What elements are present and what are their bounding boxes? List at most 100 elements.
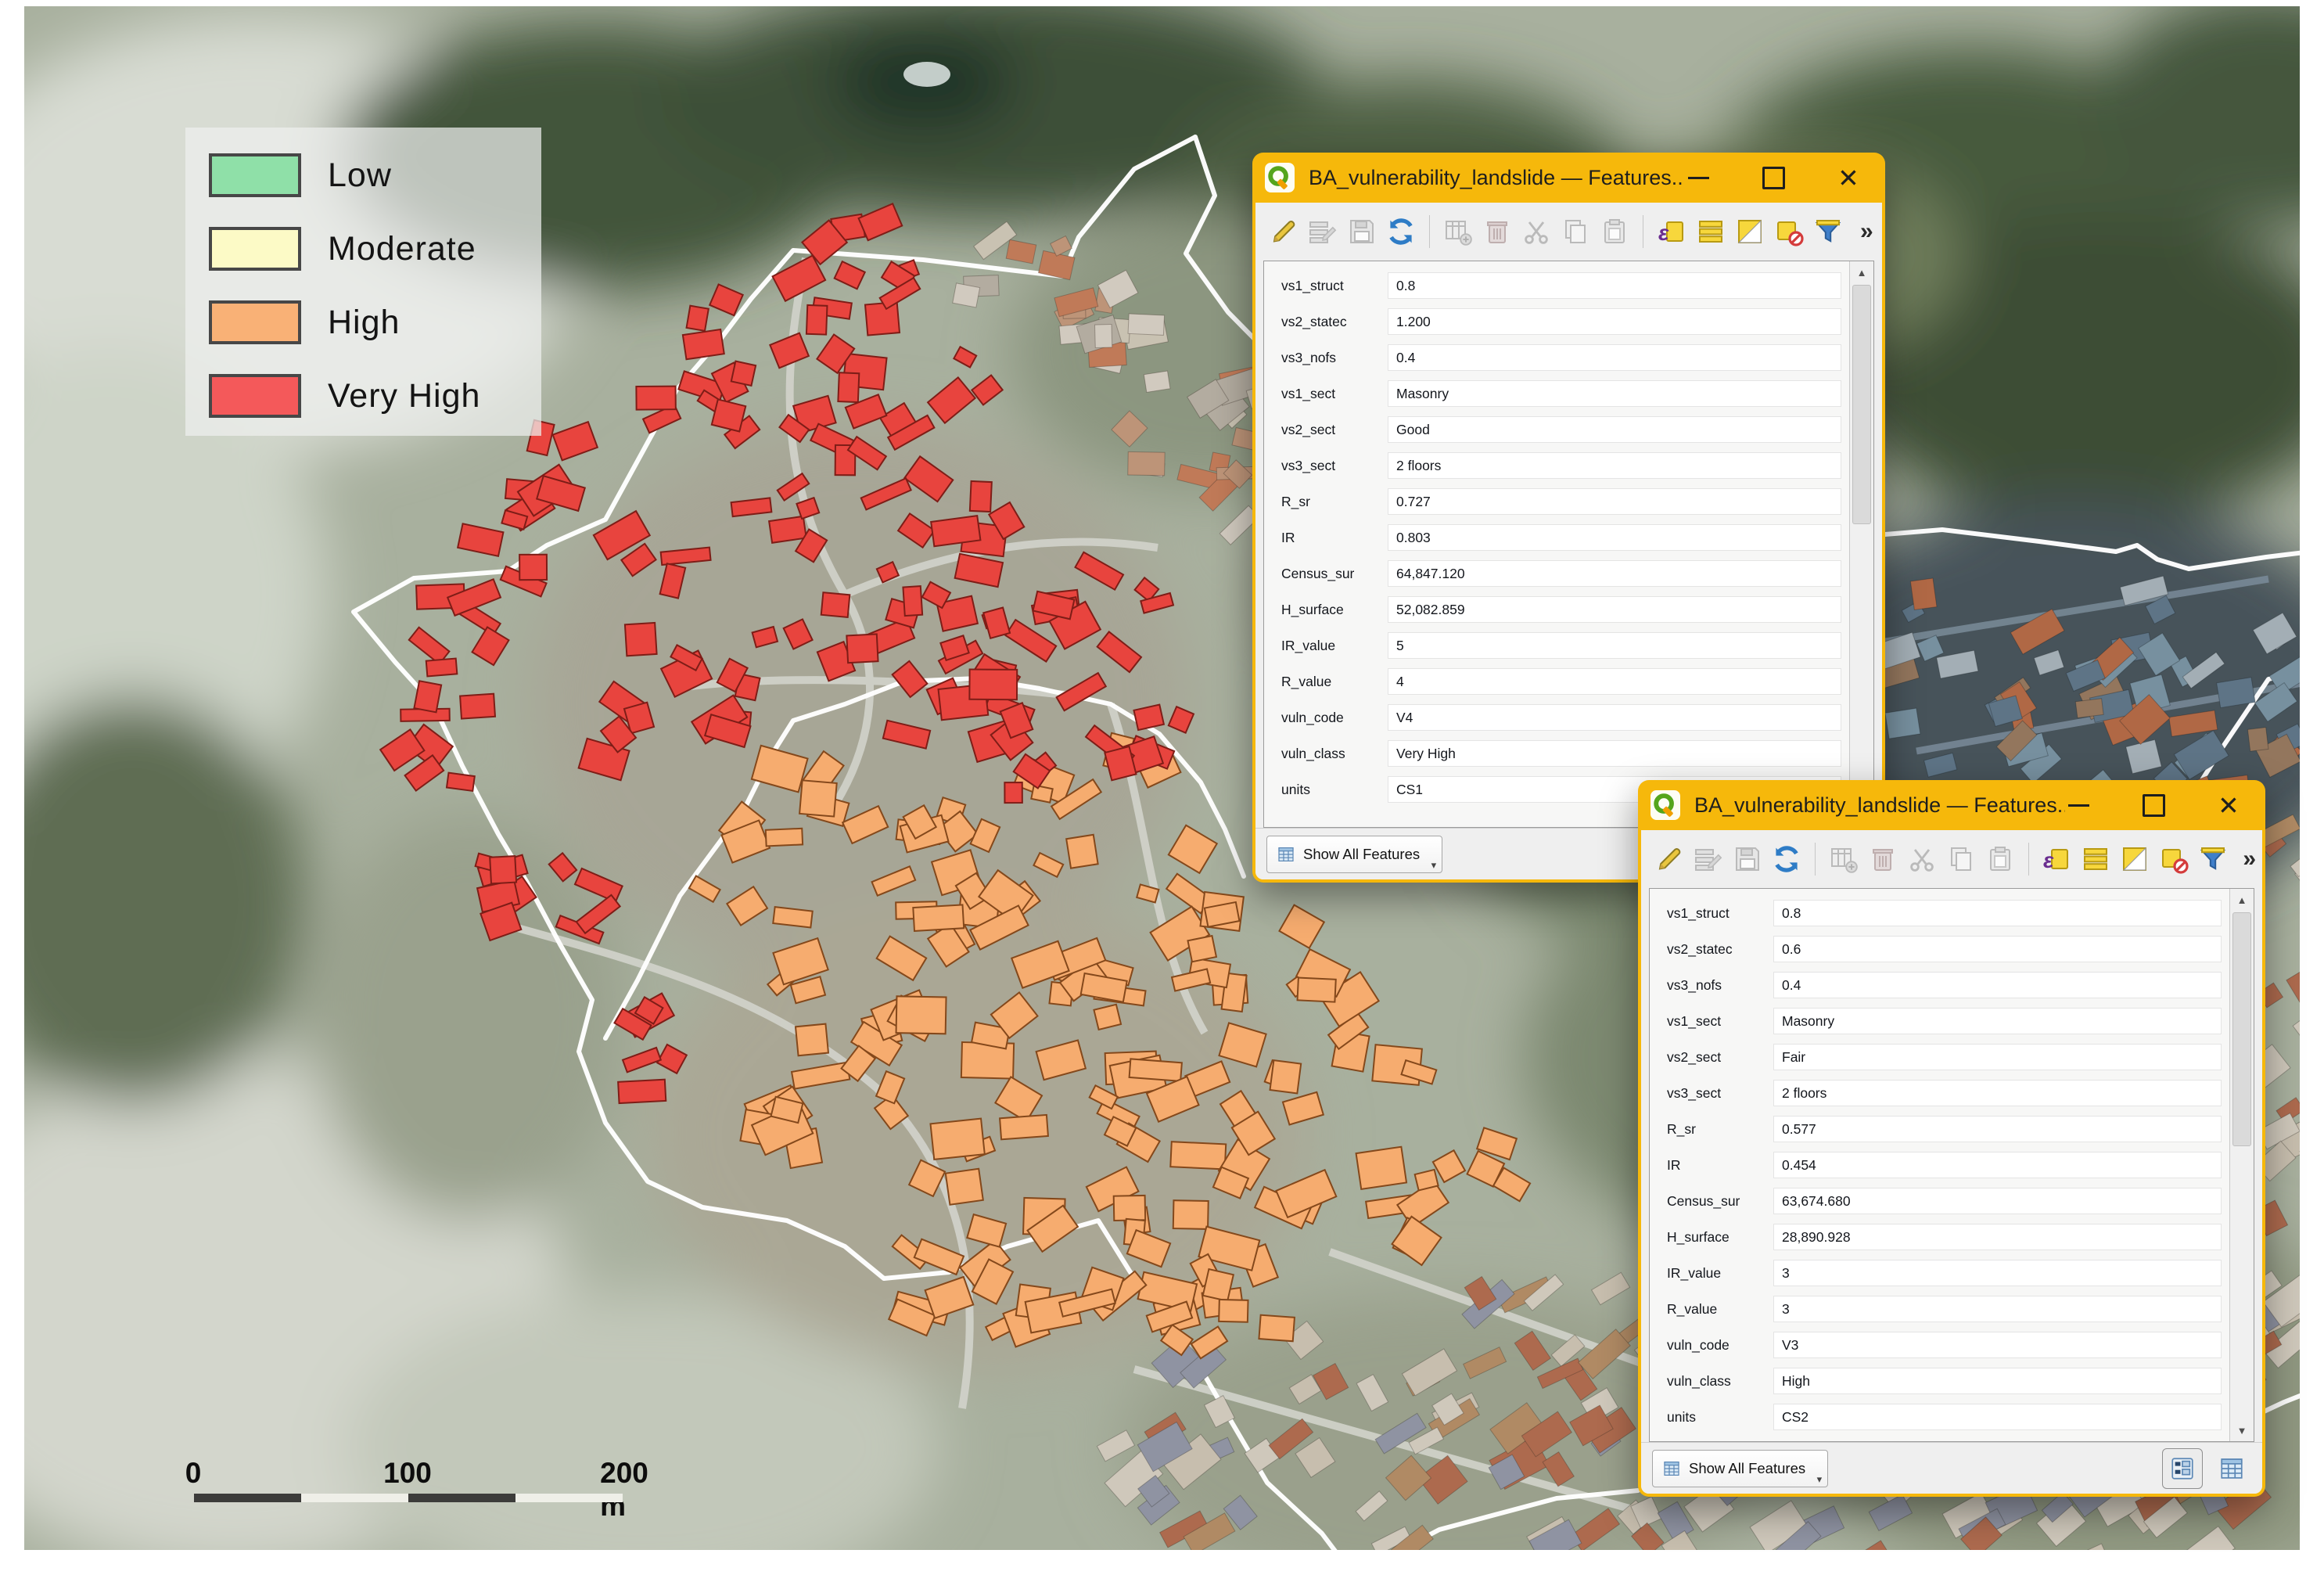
filter-icon[interactable] [2197,842,2229,876]
attribute-value-field[interactable]: 64,847.120 [1388,560,1841,587]
form-view-button[interactable] [2162,1448,2203,1489]
attribute-value-field[interactable]: Masonry [1773,1008,2222,1034]
attribute-value-field[interactable]: Very High [1388,740,1841,767]
vertical-scrollbar[interactable]: ▲ ▼ [2229,889,2254,1441]
more-icon[interactable]: » [1852,214,1882,249]
attribute-row: vs3_sect2 floors [1667,1075,2222,1111]
attribute-row: vuln_codeV4 [1281,699,1841,735]
window-body: ε» vs1_struct0.8vs2_statec0.6vs3_nofs0.4… [1641,830,2262,1494]
legend-item-label: Low [328,156,392,195]
attribute-field-name: vs2_statec [1667,941,1773,958]
vertical-scrollbar[interactable]: ▲ ▼ [1849,261,1873,827]
deselect-all-icon[interactable] [2158,842,2189,876]
attribute-value-field[interactable]: 4 [1388,668,1841,695]
attribute-field-name: vs3_nofs [1281,350,1388,366]
attribute-field-name: vuln_class [1667,1373,1773,1390]
attribute-value-field[interactable]: 28,890.928 [1773,1224,2222,1250]
attribute-field-name: vuln_code [1667,1337,1773,1354]
attribute-field-name: vs2_sect [1281,422,1388,438]
attribute-value-field[interactable]: 63,674.680 [1773,1188,2222,1214]
toggle-editing-icon[interactable] [1268,214,1299,249]
attribute-row: vs1_sectMasonry [1281,376,1841,412]
attribute-value-field[interactable]: Fair [1773,1044,2222,1070]
attribute-field-name: R_sr [1281,494,1388,510]
attribute-field-name: vs1_struct [1667,905,1773,922]
qgis-logo-icon [1265,163,1295,192]
attribute-value-field[interactable]: High [1773,1368,2222,1394]
new-field-icon [1828,842,1859,876]
attribute-toolbar: ε» [1641,830,2262,888]
title-bar[interactable]: BA_vulnerability_landslide — Features...… [1252,153,1885,203]
table-view-button[interactable] [2212,1449,2251,1488]
attribute-value-field[interactable]: Good [1388,416,1841,443]
toolbar-separator [1815,843,1816,876]
close-button[interactable]: ✕ [1835,164,1862,191]
attribute-value-field[interactable]: 5 [1388,632,1841,659]
attribute-field-name: units [1667,1409,1773,1426]
maximize-button[interactable] [2140,792,2167,818]
attribute-value-field[interactable]: 0.4 [1773,972,2222,998]
attribute-value-field[interactable]: V3 [1773,1332,2222,1358]
attribute-row: vs2_sectGood [1281,412,1841,448]
reload-icon[interactable] [1385,214,1417,249]
attribute-row: vs3_sect2 floors [1281,448,1841,484]
attribute-value-field[interactable]: 0.8 [1388,272,1841,299]
attribute-value-field[interactable]: 0.4 [1388,344,1841,371]
attribute-field-name: Census_sur [1281,566,1388,582]
attribute-value-field[interactable]: 0.8 [1773,900,2222,926]
reload-icon[interactable] [1771,842,1802,876]
attribute-field-name: vs1_sect [1667,1013,1773,1030]
attribute-value-field[interactable]: 0.454 [1773,1152,2222,1178]
show-all-features-dropdown[interactable]: Show All Features ▾ [1652,1450,1828,1487]
attribute-row: vuln_classVery High [1281,735,1841,771]
title-bar[interactable]: BA_vulnerability_landslide — Features...… [1638,780,2265,830]
select-all-icon[interactable] [1695,214,1726,249]
attribute-value-field[interactable]: 0.803 [1388,524,1841,551]
toggle-editing-icon[interactable] [1654,842,1685,876]
attribute-field-name: vuln_code [1281,710,1388,726]
invert-selection-icon[interactable] [2119,842,2150,876]
deselect-all-icon[interactable] [1773,214,1805,249]
attribute-value-field[interactable]: 2 floors [1388,452,1841,479]
window-body: ε» vs1_struct0.8vs2_statec1.200vs3_nofs0… [1255,203,1882,879]
attribute-value-field[interactable]: 1.200 [1388,308,1841,335]
attribute-value-field[interactable]: 0.6 [1773,936,2222,962]
maximize-button[interactable] [1760,164,1787,191]
attribute-value-field[interactable]: CS2 [1773,1404,2222,1430]
scale-tick-0: 0 [185,1457,202,1490]
more-icon[interactable]: » [2236,842,2262,876]
legend-item-label: Moderate [328,230,476,268]
scrollbar-thumb[interactable] [1852,285,1871,524]
attribute-field-name: vs1_struct [1281,278,1388,294]
attribute-value-field[interactable]: 3 [1773,1260,2222,1286]
toolbar-separator [1429,215,1430,248]
attribute-row: H_surface52,082.859 [1281,592,1841,627]
minimize-button[interactable] [1685,164,1712,191]
features-window-cs1: BA_vulnerability_landslide — Features...… [1252,153,1885,883]
attribute-value-field[interactable]: 3 [1773,1296,2222,1322]
scrollbar-thumb[interactable] [2232,912,2251,1146]
copy-features-icon [1560,214,1591,249]
scroll-up-icon[interactable]: ▲ [1850,261,1873,283]
attribute-value-field[interactable]: 2 floors [1773,1080,2222,1106]
select-by-expression-icon[interactable]: ε [2041,842,2072,876]
attribute-row: Census_sur63,674.680 [1667,1183,2222,1219]
attribute-row: IR0.454 [1667,1147,2222,1183]
invert-selection-icon[interactable] [1734,214,1765,249]
scroll-down-icon[interactable]: ▼ [2230,1419,2254,1441]
show-all-features-dropdown[interactable]: Show All Features ▾ [1266,836,1442,873]
attribute-value-field[interactable]: 52,082.859 [1388,596,1841,623]
select-all-icon[interactable] [2080,842,2111,876]
scroll-up-icon[interactable]: ▲ [2230,889,2254,911]
attribute-value-field[interactable]: V4 [1388,704,1841,731]
attribute-value-field[interactable]: Masonry [1388,380,1841,407]
select-by-expression-icon[interactable]: ε [1656,214,1687,249]
close-button[interactable]: ✕ [2215,792,2242,818]
filter-icon[interactable] [1812,214,1844,249]
attribute-value-field[interactable]: 0.727 [1388,488,1841,515]
attribute-row: vs1_sectMasonry [1667,1003,2222,1039]
minimize-button[interactable] [2065,792,2092,818]
legend-swatch [209,153,301,197]
attribute-row: IR_value3 [1667,1255,2222,1291]
attribute-value-field[interactable]: 0.577 [1773,1116,2222,1142]
